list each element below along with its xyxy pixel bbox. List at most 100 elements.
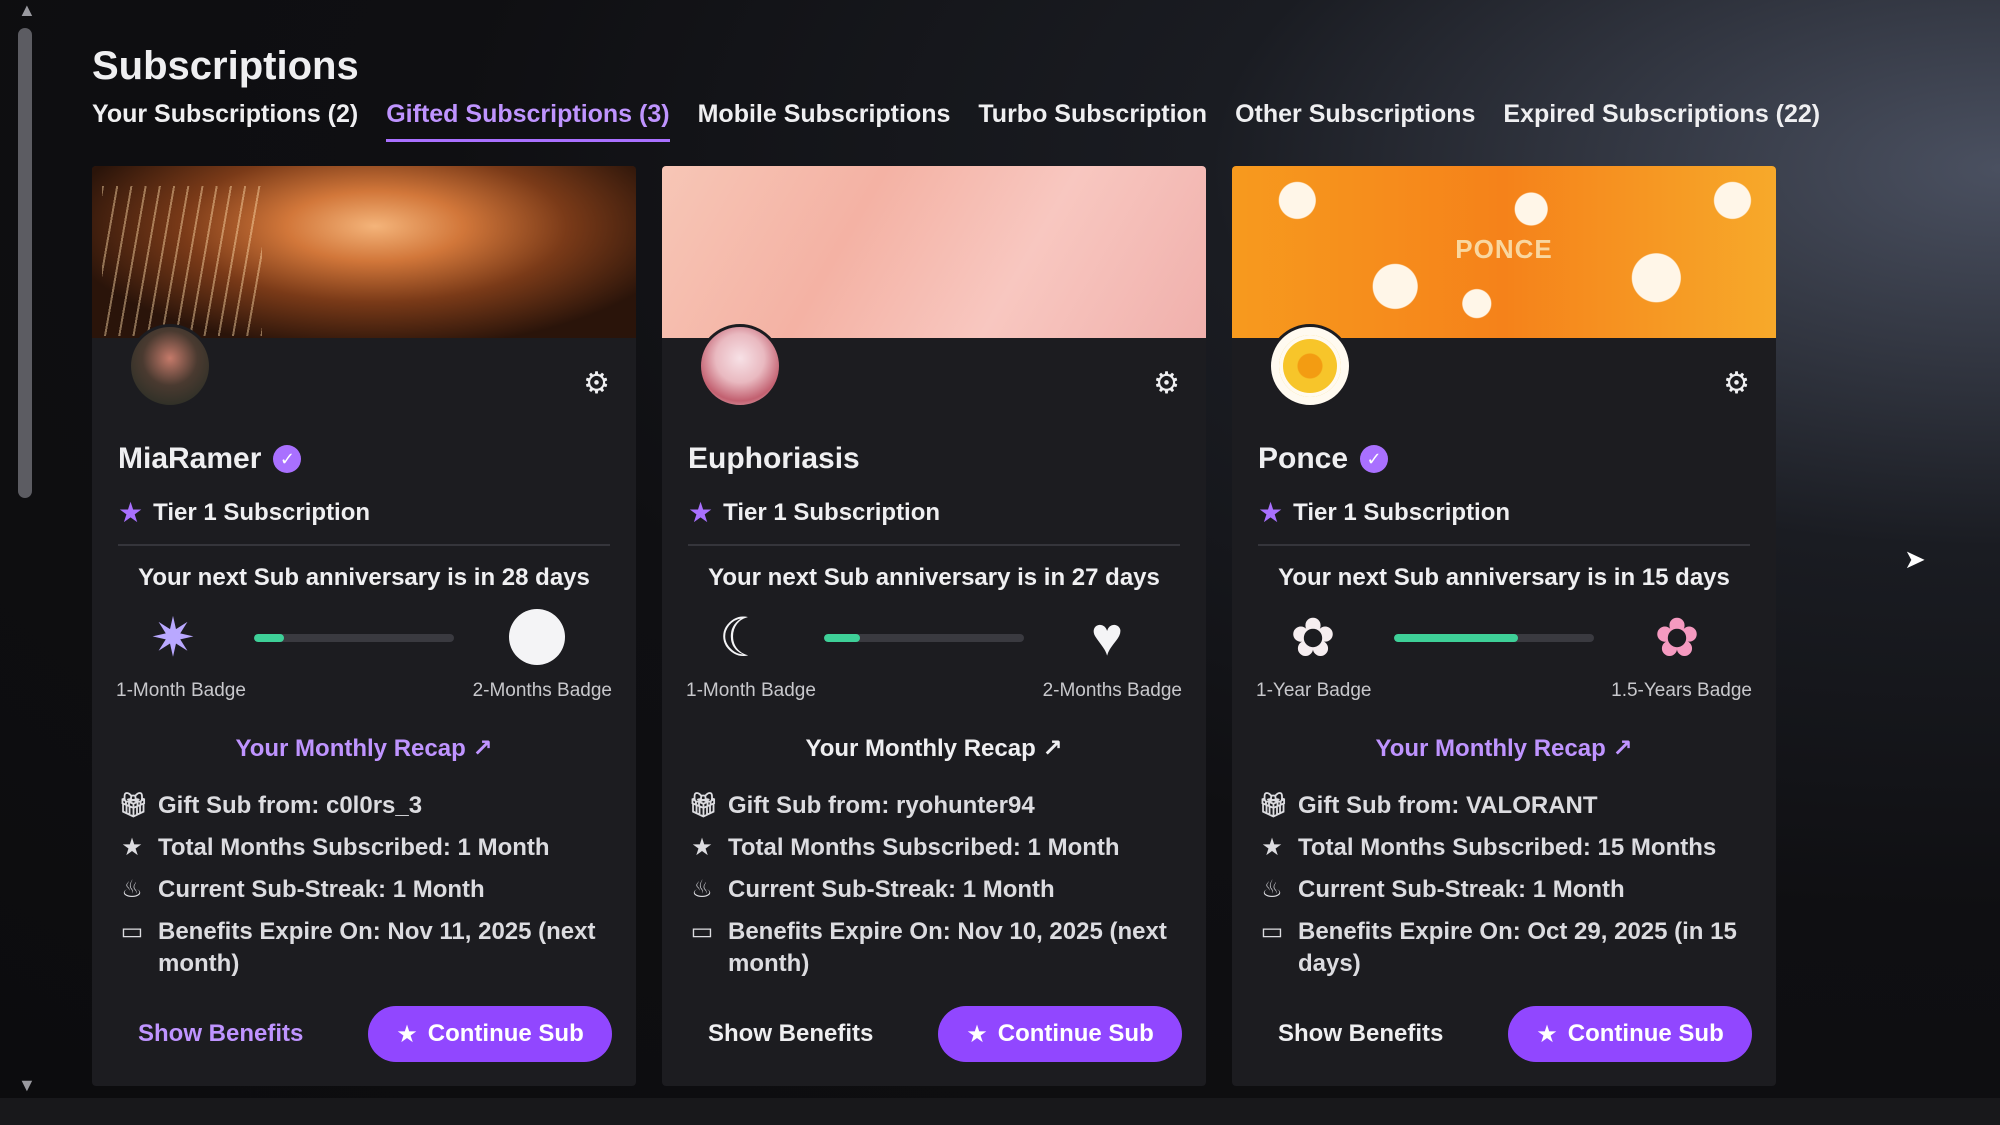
flame-icon: ♨	[121, 876, 143, 903]
badge-label-left: 1-Month Badge	[116, 680, 246, 701]
channel-banner: PONCE	[1232, 166, 1776, 338]
divider	[1258, 544, 1750, 546]
benefits-expire: Benefits Expire On: Oct 29, 2025 (in 15 …	[1298, 918, 1737, 977]
badge-progress-bar	[824, 634, 1024, 642]
white-circle-badge-icon	[502, 606, 572, 668]
gift-from: Gift Sub from: ryohunter94	[728, 792, 1035, 819]
sparkle-badge-icon: ✷	[150, 607, 196, 668]
white-flower-badge-icon: ✿	[1290, 607, 1336, 668]
anniversary-text: Your next Sub anniversary is in 15 days	[1278, 564, 1730, 591]
channel-name[interactable]: Euphoriasis	[688, 442, 860, 476]
avatar[interactable]	[128, 324, 212, 408]
gift-icon: 🎁︎	[118, 792, 149, 819]
scrollbar-thumb[interactable]	[18, 28, 32, 498]
scroll-down-arrow-icon[interactable]: ▼	[18, 1075, 36, 1096]
badge-label-left: 1-Year Badge	[1256, 680, 1372, 701]
total-months: Total Months Subscribed: 1 Month	[158, 834, 550, 861]
monthly-recap-link[interactable]: Your Monthly Recap ↗	[92, 734, 636, 763]
gear-icon[interactable]: ⚙	[1153, 366, 1180, 401]
star-icon: ★	[1261, 834, 1283, 861]
show-benefits-button[interactable]: Show Benefits	[1278, 1020, 1443, 1048]
screen: ▲ ▼ Subscriptions Your Subscriptions (2)…	[0, 0, 2000, 1125]
divider	[118, 544, 610, 546]
gift-from: Gift Sub from: c0l0rs_3	[158, 792, 423, 819]
mouse-cursor-icon: ➤	[1904, 544, 1926, 574]
divider	[688, 544, 1180, 546]
verified-icon: ✓	[1360, 445, 1389, 473]
channel-banner	[662, 166, 1206, 338]
show-benefits-button[interactable]: Show Benefits	[708, 1020, 873, 1048]
tab-gifted-subscriptions[interactable]: Gifted Subscriptions (3)	[386, 100, 670, 142]
sub-streak: Current Sub-Streak: 1 Month	[158, 876, 485, 903]
gear-icon[interactable]: ⚙	[1723, 366, 1750, 401]
gift-icon: 🎁︎	[1258, 792, 1289, 819]
badge-label-right: 2-Months Badge	[472, 680, 612, 701]
badge-label-left: 1-Month Badge	[686, 680, 816, 701]
pink-flower-badge-icon: ✿	[1654, 607, 1700, 668]
gift-from: Gift Sub from: VALORANT	[1298, 792, 1598, 819]
progress-fill	[254, 634, 284, 642]
banner-text: PONCE	[1455, 234, 1553, 264]
subscription-card: ⚙ MiaRamer ✓ ★ Tier 1 Subscription Your …	[92, 166, 636, 1086]
tab-your-subscriptions[interactable]: Your Subscriptions (2)	[92, 100, 358, 142]
total-months: Total Months Subscribed: 1 Month	[728, 834, 1120, 861]
tab-mobile-subscriptions[interactable]: Mobile Subscriptions	[698, 100, 951, 142]
continue-sub-label: Continue Sub	[427, 1020, 584, 1047]
page-title: Subscriptions	[92, 44, 359, 88]
continue-sub-button[interactable]: ★ Continue Sub	[938, 1006, 1182, 1062]
subscription-details: 🎁︎ Gift Sub from: VALORANT ★ Total Months …	[1258, 790, 1750, 990]
tier-label: Tier 1 Subscription	[723, 498, 941, 526]
badge-label-right: 2-Months Badge	[1042, 680, 1182, 701]
avatar[interactable]	[1268, 324, 1352, 408]
progress-fill	[824, 634, 860, 642]
monthly-recap-link[interactable]: Your Monthly Recap ↗	[1232, 734, 1776, 763]
avatar[interactable]	[698, 324, 782, 408]
continue-sub-button[interactable]: ★ Continue Sub	[1508, 1006, 1752, 1062]
channel-banner	[92, 166, 636, 338]
star-icon: ★	[1536, 1020, 1558, 1048]
scrollbar[interactable]: ▲ ▼	[14, 0, 36, 1100]
subscription-tabs: Your Subscriptions (2) Gifted Subscripti…	[92, 100, 1820, 142]
total-months: Total Months Subscribed: 15 Months	[1298, 834, 1717, 861]
badge-progress: ✿ ✿ 1-Year Badge 1.5-Years Badge	[1232, 606, 1776, 706]
verified-icon: ✓	[273, 445, 302, 473]
sub-streak: Current Sub-Streak: 1 Month	[1298, 876, 1625, 903]
heart-badge-icon: ♥	[1090, 607, 1124, 667]
subscription-card: ⚙ Euphoriasis ★ Tier 1 Subscription Your…	[662, 166, 1206, 1086]
tier-star-icon: ★	[1258, 497, 1284, 528]
gear-icon[interactable]: ⚙	[583, 366, 610, 401]
star-icon: ★	[691, 834, 713, 861]
flower-icon	[1279, 335, 1341, 397]
tier-label: Tier 1 Subscription	[153, 498, 371, 526]
subscription-card: PONCE ⚙ Ponce ✓ ★ Tier 1 Subscription Yo…	[1232, 166, 1776, 1086]
gift-icon: 🎁︎	[688, 792, 719, 819]
subscription-details: 🎁︎ Gift Sub from: ryohunter94 ★ Total Mont…	[688, 790, 1180, 990]
scroll-up-arrow-icon[interactable]: ▲	[18, 0, 36, 21]
flame-icon: ♨	[1261, 876, 1283, 903]
tab-expired-subscriptions[interactable]: Expired Subscriptions (22)	[1503, 100, 1820, 142]
badge-label-right: 1.5-Years Badge	[1611, 680, 1752, 701]
star-icon: ★	[396, 1020, 418, 1048]
benefits-expire: Benefits Expire On: Nov 10, 2025 (next m…	[728, 918, 1167, 977]
subscription-cards: ⚙ MiaRamer ✓ ★ Tier 1 Subscription Your …	[92, 166, 1776, 1086]
show-benefits-button[interactable]: Show Benefits	[138, 1020, 303, 1048]
channel-name[interactable]: Ponce	[1258, 442, 1348, 476]
continue-sub-button[interactable]: ★ Continue Sub	[368, 1006, 612, 1062]
channel-name[interactable]: MiaRamer	[118, 442, 261, 476]
calendar-icon: ▭	[120, 918, 144, 945]
calendar-icon: ▭	[690, 918, 714, 945]
badge-progress-bar	[1394, 634, 1594, 642]
progress-fill	[1394, 634, 1518, 642]
star-icon: ★	[121, 834, 143, 861]
continue-sub-label: Continue Sub	[997, 1020, 1154, 1047]
tab-turbo-subscription[interactable]: Turbo Subscription	[978, 100, 1207, 142]
tier-star-icon: ★	[688, 497, 714, 528]
tab-other-subscriptions[interactable]: Other Subscriptions	[1235, 100, 1475, 142]
monthly-recap-link[interactable]: Your Monthly Recap ↗	[662, 734, 1206, 763]
benefits-expire: Benefits Expire On: Nov 11, 2025 (next m…	[158, 918, 596, 977]
flame-icon: ♨	[691, 876, 713, 903]
anniversary-text: Your next Sub anniversary is in 27 days	[708, 564, 1160, 591]
sub-streak: Current Sub-Streak: 1 Month	[728, 876, 1055, 903]
anniversary-text: Your next Sub anniversary is in 28 days	[138, 564, 590, 591]
badge-progress: ✷ 1-Month Badge 2-Months Badge	[92, 606, 636, 706]
